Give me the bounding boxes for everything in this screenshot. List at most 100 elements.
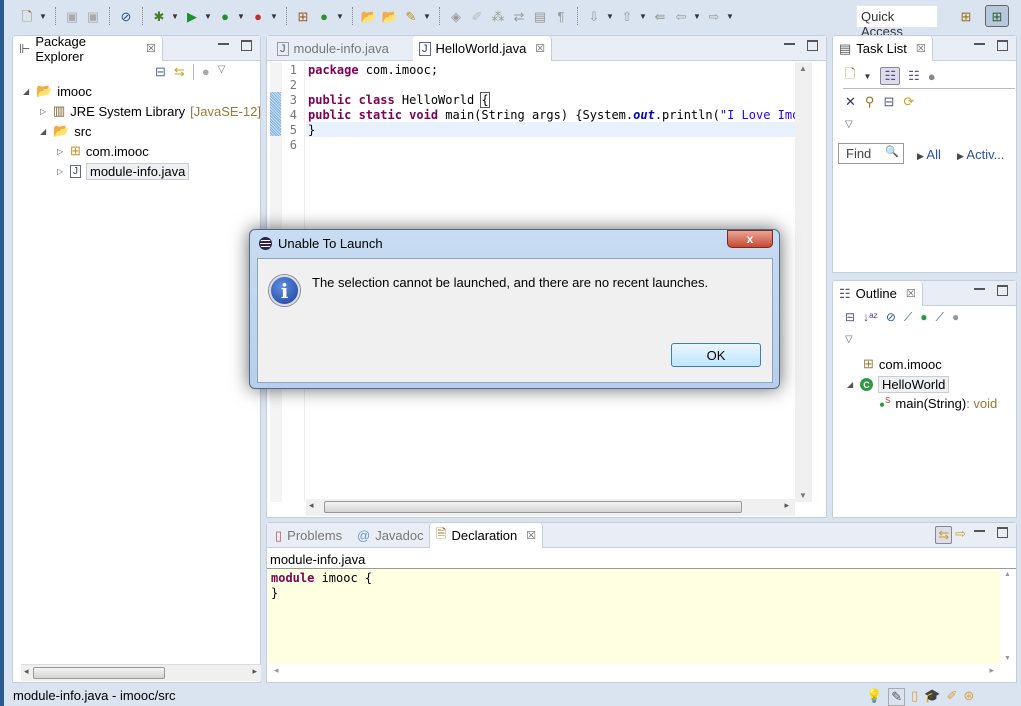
synchronize-icon[interactable]: ⟳ bbox=[903, 94, 914, 110]
vertical-scrollbar[interactable]: ▲ ▼ bbox=[795, 62, 812, 502]
categorized-icon[interactable]: ☷ bbox=[880, 67, 901, 85]
filter-active-link[interactable]: ▶ Activ... bbox=[957, 147, 1004, 162]
code-line-5[interactable]: } bbox=[308, 123, 315, 137]
whats-new-icon[interactable]: ⊛ bbox=[963, 688, 974, 706]
scrollbar-thumb[interactable] bbox=[324, 501, 742, 513]
dropdown-arrow-icon[interactable]: ▼ bbox=[270, 12, 279, 21]
tree-item[interactable]: ◢ 📂 src bbox=[40, 123, 92, 139]
show-whitespace-icon[interactable]: ¶ bbox=[552, 7, 570, 25]
tree-item[interactable]: ▷ ▥ JRE System Library [JavaSE-12] bbox=[40, 103, 261, 119]
filter-icon[interactable]: ● bbox=[202, 64, 210, 80]
maximize-icon[interactable] bbox=[807, 40, 818, 51]
scheduled-icon[interactable]: ☷ bbox=[908, 68, 920, 84]
tip-icon[interactable]: 💡 bbox=[866, 688, 882, 706]
tab-outline[interactable]: ☷ Outline ☒ bbox=[833, 281, 923, 306]
hide-non-public-icon[interactable]: ● bbox=[920, 310, 927, 325]
minimize-icon[interactable] bbox=[218, 43, 229, 47]
tab-task-list[interactable]: ▤ Task List ☒ bbox=[833, 36, 933, 61]
dropdown-arrow-icon[interactable]: ▼ bbox=[237, 12, 246, 21]
hide-local-types-icon[interactable]: ⟋ bbox=[936, 310, 944, 325]
sort-icon[interactable]: ↓ᵃᶻ bbox=[863, 310, 878, 325]
scrollbar-thumb[interactable] bbox=[33, 667, 165, 679]
quick-access-input[interactable]: Quick Access bbox=[856, 5, 938, 39]
tree-item[interactable]: ◢ 📂 imooc bbox=[23, 83, 92, 99]
link-with-selection-icon[interactable]: ⇆ bbox=[935, 526, 953, 544]
dropdown-arrow-icon[interactable]: ▼ bbox=[726, 12, 735, 21]
close-icon[interactable]: ☒ bbox=[526, 529, 536, 542]
hide-completed-icon[interactable]: ✕ bbox=[845, 94, 856, 110]
dropdown-arrow-icon[interactable]: ▼ bbox=[606, 12, 615, 21]
horizontal-scrollbar[interactable]: ◂ ▸ bbox=[21, 664, 261, 681]
hide-non-local-icon[interactable]: ⚲ bbox=[865, 94, 875, 110]
view-menu-icon[interactable]: ▽ bbox=[218, 64, 226, 80]
dropdown-arrow-icon[interactable]: ▼ bbox=[639, 12, 648, 21]
close-button[interactable]: x bbox=[727, 230, 773, 248]
tab-javadoc[interactable]: @ Javadoc bbox=[351, 523, 430, 548]
ok-button[interactable]: OK bbox=[671, 343, 761, 367]
run-icon[interactable]: ▶ bbox=[183, 7, 201, 25]
mark-occurrences-icon[interactable]: ✐ bbox=[468, 7, 486, 25]
tree-item[interactable]: ▷ ⊞ com.imooc bbox=[57, 143, 149, 159]
dropdown-arrow-icon[interactable]: ▼ bbox=[693, 12, 702, 21]
collapsed-arrow-icon[interactable]: ▷ bbox=[57, 147, 65, 156]
focus-icon[interactable]: ● bbox=[952, 310, 959, 325]
close-icon[interactable]: ☒ bbox=[916, 42, 926, 55]
vertical-scrollbar[interactable]: ▲ ▼ bbox=[1000, 569, 1016, 664]
dropdown-arrow-icon[interactable]: ▼ bbox=[336, 12, 345, 21]
previous-annotation-icon[interactable]: ⇧ bbox=[618, 7, 636, 25]
tab-package-explorer[interactable]: ⊩ Package Explorer ☒ bbox=[13, 34, 163, 64]
collapsed-arrow-icon[interactable]: ▷ bbox=[57, 167, 65, 176]
maximize-icon[interactable] bbox=[241, 40, 252, 51]
last-edit-location-icon[interactable]: ⇚ bbox=[651, 7, 669, 25]
collapse-all-icon[interactable]: ⊟ bbox=[155, 64, 166, 80]
coverage-icon[interactable]: ● bbox=[216, 7, 234, 25]
expanded-arrow-icon[interactable]: ◢ bbox=[23, 87, 31, 96]
view-menu-icon[interactable]: ▽ bbox=[845, 119, 853, 130]
collapse-all-icon[interactable]: ⊟ bbox=[845, 310, 855, 325]
back-icon[interactable]: ⇦ bbox=[672, 7, 690, 25]
java-perspective-icon[interactable]: ⊞ bbox=[985, 5, 1009, 27]
hide-static-icon[interactable]: ⟋ bbox=[904, 310, 912, 325]
view-menu-icon[interactable]: ▽ bbox=[845, 334, 853, 345]
hide-fields-icon[interactable]: ⊘ bbox=[886, 310, 896, 325]
word-wrap-icon[interactable]: ⇄ bbox=[510, 7, 528, 25]
minimize-icon[interactable] bbox=[784, 43, 795, 47]
cheat-sheet-icon[interactable]: ▯ bbox=[911, 688, 918, 706]
toggle-block-selection-icon[interactable]: ⁂ bbox=[489, 7, 507, 25]
close-icon[interactable]: ☒ bbox=[906, 287, 916, 300]
outline-item-method[interactable]: ●S main(String) : void bbox=[879, 396, 997, 411]
new-icon[interactable]: 🗋 bbox=[18, 7, 36, 25]
forward-icon[interactable]: ⇨ bbox=[705, 7, 723, 25]
debug-icon[interactable]: ✱ bbox=[150, 7, 168, 25]
tab-module-info-java[interactable]: J module-info.java bbox=[271, 36, 395, 61]
search-icon[interactable]: ✎ bbox=[402, 7, 420, 25]
new-java-package-icon[interactable]: ⊞ bbox=[294, 7, 312, 25]
minimize-icon[interactable] bbox=[974, 530, 985, 534]
save-all-icon[interactable]: ▣ bbox=[84, 7, 102, 25]
dropdown-icon[interactable]: ▼ bbox=[863, 72, 872, 81]
expanded-arrow-icon[interactable]: ◢ bbox=[847, 380, 855, 389]
link-with-editor-icon[interactable]: ⇆ bbox=[174, 64, 185, 80]
new-task-icon[interactable]: 🗋 bbox=[845, 65, 855, 87]
collapse-all-icon[interactable]: ⊟ bbox=[883, 94, 894, 110]
close-icon[interactable]: ☒ bbox=[146, 42, 156, 55]
maximize-icon[interactable] bbox=[997, 40, 1008, 51]
open-type-icon[interactable]: 📂 bbox=[360, 7, 378, 25]
tab-declaration[interactable]: 🗎 Declaration ☒ bbox=[429, 523, 544, 548]
open-input-icon[interactable]: ⇨ bbox=[955, 526, 966, 544]
declaration-source-view[interactable]: module imooc { } bbox=[268, 569, 1000, 664]
save-icon[interactable]: ▣ bbox=[63, 7, 81, 25]
code-line-4[interactable]: public static void main(String args) {Sy… bbox=[308, 108, 796, 122]
focus-icon[interactable]: ● bbox=[928, 69, 936, 84]
task-icon[interactable]: ✎ bbox=[888, 688, 906, 706]
skip-breakpoints-icon[interactable]: ⊘ bbox=[117, 7, 135, 25]
tutorials-icon[interactable]: 🎓 bbox=[924, 688, 940, 706]
code-line-1[interactable]: package com.imooc; bbox=[308, 63, 438, 77]
horizontal-scrollbar[interactable]: ◂ ▸ bbox=[306, 499, 795, 516]
horizontal-scrollbar[interactable]: ◂ ▸ bbox=[268, 664, 1000, 681]
tab-helloworld-java[interactable]: J HelloWorld.java ☒ bbox=[413, 36, 553, 61]
outline-item-package[interactable]: ⊞ com.imooc bbox=[863, 356, 942, 372]
show-source-icon[interactable]: ▤ bbox=[531, 7, 549, 25]
close-icon[interactable]: ☒ bbox=[535, 42, 545, 55]
open-task-icon[interactable]: 📂 bbox=[381, 7, 399, 25]
